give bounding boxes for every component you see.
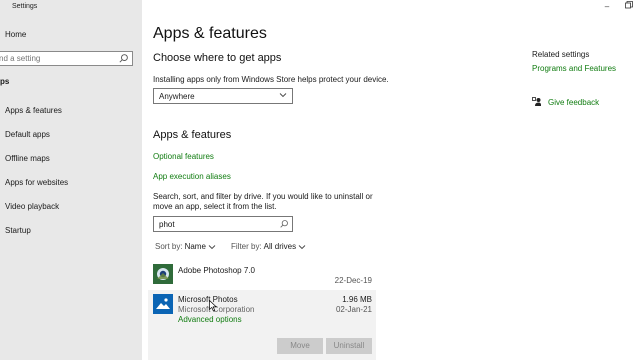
app-size: 1.96 MB [342,295,372,304]
app-name: Microsoft Photos [178,295,238,304]
photos-icon [153,294,173,314]
chevron-down-icon [279,93,287,98]
choose-description: Installing apps only from Windows Store … [153,75,389,84]
app-search-box[interactable] [153,216,293,232]
settings-search-input[interactable] [0,52,115,65]
sidebar-item-default-apps[interactable]: Default apps [5,130,50,139]
sidebar-item-apps-features[interactable]: Apps & features [5,106,62,115]
search-icon[interactable] [279,219,289,229]
sort-label: Sort by: [155,242,183,251]
uninstall-button[interactable]: Uninstall [326,338,372,354]
chevron-down-icon [208,244,216,249]
app-list-item[interactable]: Adobe Photoshop 7.0 22-Dec-19 [148,261,376,289]
sidebar-section-title: ps [0,77,10,86]
filter-by-dropdown[interactable]: Filter by: All drives [231,242,306,251]
give-feedback-link[interactable]: Give feedback [532,97,599,107]
programs-features-link[interactable]: Programs and Features [532,64,616,73]
minimize-icon[interactable]: – [600,1,614,13]
sort-by-dropdown[interactable]: Sort by: Name [155,242,216,251]
app-date: 22-Dec-19 [334,276,372,285]
photoshop-icon [153,264,173,284]
app-execution-aliases-link[interactable]: App execution aliases [153,172,231,181]
sidebar-home[interactable]: Home [5,30,26,39]
app-source-dropdown[interactable]: Anywhere [153,88,293,104]
choose-heading: Choose where to get apps [153,52,282,64]
app-date: 02-Jan-21 [335,305,372,314]
move-button[interactable]: Move [277,338,323,354]
dropdown-value: Anywhere [159,92,195,101]
restore-icon[interactable] [622,1,636,13]
advanced-options-link[interactable]: Advanced options [178,315,242,324]
filter-label: Filter by: [231,242,262,251]
app-name: Adobe Photoshop 7.0 [178,266,255,275]
apps-heading: Apps & features [153,129,232,141]
give-feedback-label: Give feedback [548,97,600,107]
sort-value: Name [184,242,206,251]
page-title: Apps & features [153,25,267,42]
sidebar-item-video-playback[interactable]: Video playback [5,202,59,211]
window-title: Settings [12,3,38,10]
sidebar-item-startup[interactable]: Startup [5,226,31,235]
search-icon[interactable] [118,53,129,64]
sidebar-item-apps-websites[interactable]: Apps for websites [5,178,68,187]
search-help-text-2: move an app, select it from the list. [153,202,277,211]
related-settings-heading: Related settings [532,50,590,59]
settings-search-box[interactable] [0,51,133,66]
optional-features-link[interactable]: Optional features [153,152,214,161]
search-help-text-1: Search, sort, and filter by drive. If yo… [153,192,373,201]
home-label: Home [5,30,27,39]
sidebar-item-offline-maps[interactable]: Offline maps [5,154,50,163]
feedback-icon [532,97,541,106]
app-search-input[interactable] [154,217,274,231]
sidebar: Home ps Apps & features Default apps Off… [0,0,142,360]
mouse-cursor-icon [209,300,217,312]
title-bar: Settings – [0,0,640,14]
filter-value: All drives [263,242,297,251]
chevron-down-icon [298,244,306,249]
